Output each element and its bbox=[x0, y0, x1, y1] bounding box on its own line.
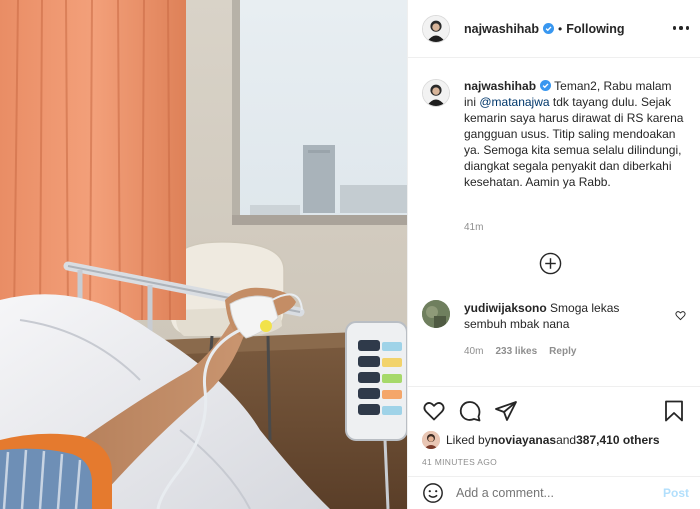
comment-item: yudiwijaksono Smoga lekas sembuh mbak na… bbox=[422, 300, 692, 332]
comment-reply-button[interactable]: Reply bbox=[549, 346, 576, 357]
comment-input[interactable] bbox=[456, 486, 656, 500]
liker-avatar[interactable] bbox=[422, 431, 440, 449]
caption-username[interactable]: najwashihab bbox=[464, 79, 536, 93]
following-button[interactable]: Following bbox=[566, 22, 624, 36]
post-button[interactable]: Post bbox=[663, 486, 689, 500]
commenter-avatar[interactable] bbox=[422, 300, 450, 328]
instagram-post-dialog: najwashihab • Following najwashihab Tema… bbox=[0, 0, 700, 509]
caption-body-2: tdk tayang dulu. Sejak kemarin saya haru… bbox=[464, 95, 684, 189]
heart-icon[interactable] bbox=[422, 399, 446, 423]
bookmark-icon[interactable] bbox=[662, 399, 686, 423]
author-username[interactable]: najwashihab bbox=[464, 22, 539, 36]
comment-time: 40m bbox=[464, 346, 484, 357]
share-icon[interactable] bbox=[494, 399, 518, 423]
post-sidebar: najwashihab • Following najwashihab Tema… bbox=[407, 0, 700, 509]
post-caption: najwashihab Teman2, Rabu malam ini @mata… bbox=[422, 78, 692, 190]
caption-text: najwashihab Teman2, Rabu malam ini @mata… bbox=[464, 78, 684, 190]
post-header: najwashihab • Following bbox=[408, 0, 700, 58]
comment-heart-icon[interactable] bbox=[675, 310, 686, 321]
caption-mention-link[interactable]: @matanajwa bbox=[479, 95, 549, 109]
comment-text: yudiwijaksono Smoga lekas sembuh mbak na… bbox=[464, 300, 664, 332]
add-comment-bar: Post bbox=[408, 476, 700, 509]
caption-avatar[interactable] bbox=[422, 79, 450, 107]
commenter-username[interactable]: yudiwijaksono bbox=[464, 301, 547, 315]
hospital-room-image bbox=[0, 0, 407, 509]
load-more-icon[interactable] bbox=[539, 252, 562, 275]
likes-middle: and bbox=[556, 433, 577, 447]
likes-count[interactable]: 387,410 others bbox=[576, 433, 659, 447]
comment-icon[interactable] bbox=[458, 399, 482, 423]
author-avatar[interactable] bbox=[422, 14, 450, 43]
likes-prefix: Liked by bbox=[446, 433, 491, 447]
liker-username[interactable]: noviayanas bbox=[491, 433, 556, 447]
emoji-icon[interactable] bbox=[422, 482, 444, 504]
likes-summary: Liked by noviayanas and 387,410 others bbox=[422, 431, 660, 449]
action-bar bbox=[422, 399, 692, 423]
verified-icon bbox=[543, 23, 555, 34]
follow-separator: • bbox=[558, 21, 563, 36]
comment-meta: 40m 233 likes Reply bbox=[464, 346, 576, 357]
post-photo[interactable] bbox=[0, 0, 407, 509]
post-timestamp: 41 MINUTES AGO bbox=[422, 457, 498, 467]
verified-icon bbox=[540, 80, 552, 91]
caption-timestamp: 41m bbox=[464, 222, 484, 233]
comment-likes[interactable]: 233 likes bbox=[495, 346, 537, 357]
more-icon[interactable] bbox=[673, 22, 689, 34]
